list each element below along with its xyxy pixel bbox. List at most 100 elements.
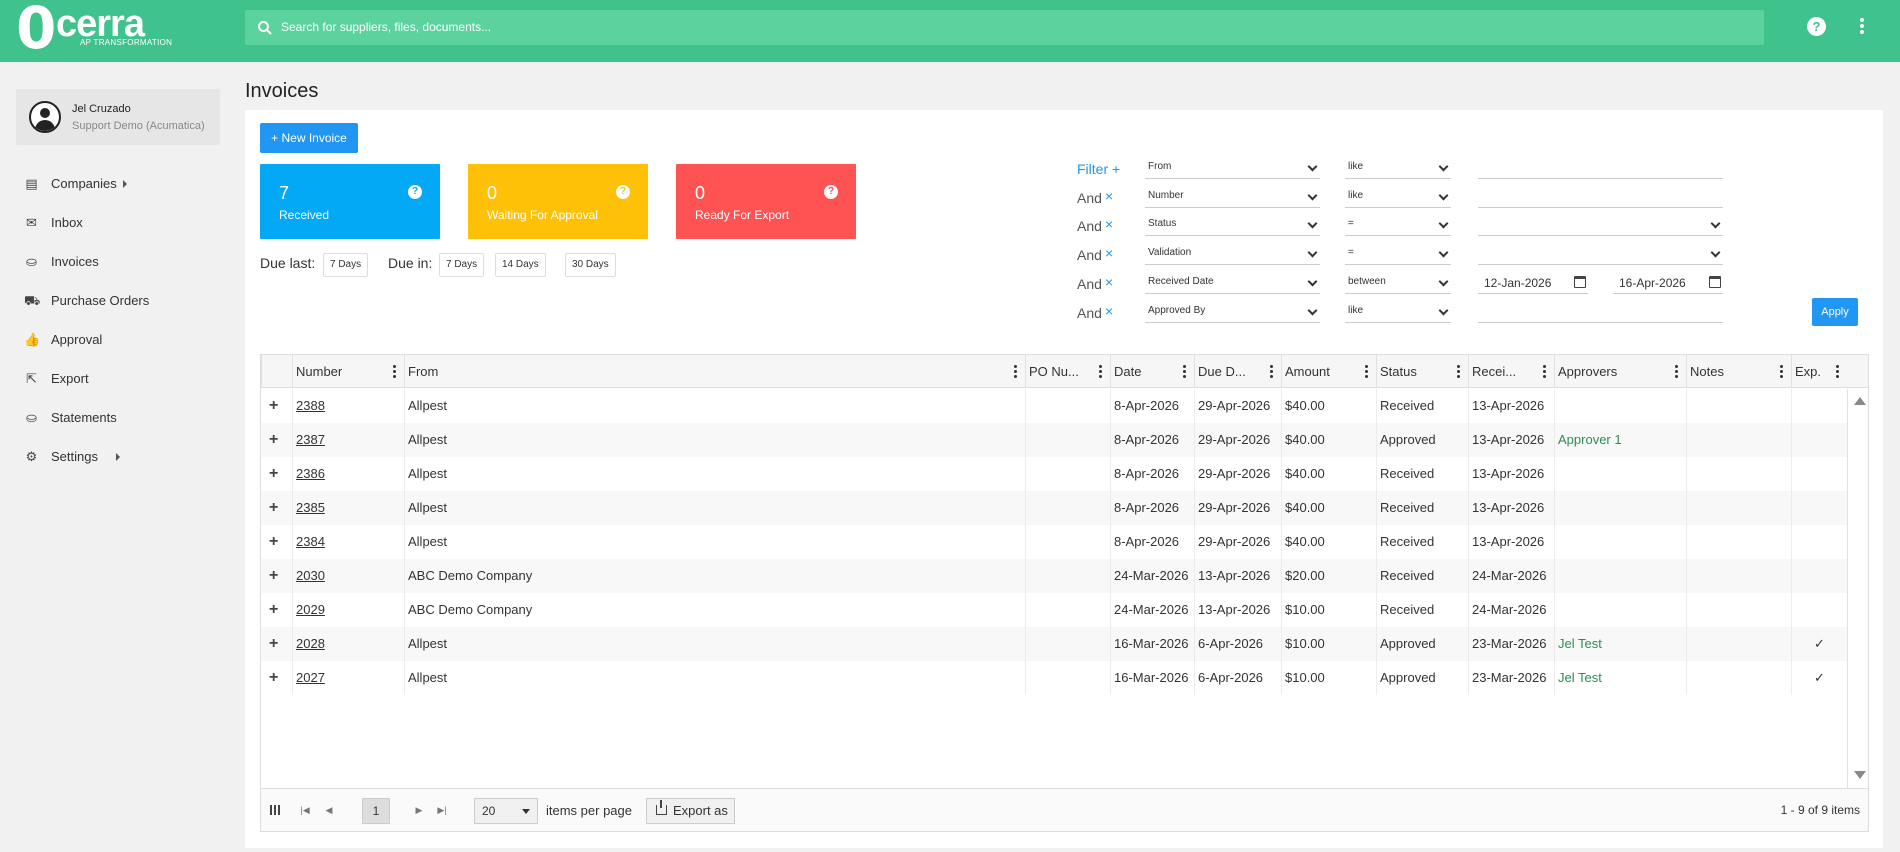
column-menu-icon[interactable] [1365, 365, 1368, 378]
col-amount-header[interactable]: Amount [1281, 355, 1376, 388]
filter-value-select[interactable] [1478, 214, 1723, 236]
col-number-cell[interactable]: 2386 [292, 457, 404, 491]
col-number-cell[interactable]: 2029 [292, 593, 404, 627]
sidebar-item-inbox[interactable]: ✉ Inbox [24, 213, 224, 233]
current-page[interactable]: 1 [362, 798, 390, 824]
filter-field-select[interactable]: Approved By [1145, 301, 1320, 323]
column-menu-icon[interactable] [1543, 365, 1546, 378]
col-number-cell[interactable]: 2027 [292, 661, 404, 695]
invoice-number-link[interactable]: 2385 [296, 500, 325, 515]
filter-field-select[interactable]: Validation [1145, 243, 1320, 265]
apply-filter-button[interactable]: Apply [1812, 298, 1858, 326]
filter-field-select[interactable]: Status [1145, 214, 1320, 236]
sidebar-item-statements[interactable]: ⛀ Statements [24, 408, 224, 428]
col-number-cell[interactable]: 2384 [292, 525, 404, 559]
filter-operator-select[interactable]: like [1345, 157, 1451, 179]
expand-row-icon[interactable]: + [261, 389, 292, 423]
invoice-number-link[interactable]: 2028 [296, 636, 325, 651]
table-row[interactable]: +2384 Allpest 8-Apr-2026 29-Apr-2026 $40.00 R… [261, 525, 1847, 559]
invoice-number-link[interactable]: 2387 [296, 432, 325, 447]
table-row[interactable]: +2388 Allpest 8-Apr-2026 29-Apr-2026 $40.00 R… [261, 389, 1847, 423]
col-number-cell[interactable]: 2030 [292, 559, 404, 593]
col-number-header[interactable]: Number [292, 355, 404, 388]
filter-add-button[interactable]: Filter + [1077, 161, 1120, 177]
expand-row-icon[interactable]: + [261, 423, 292, 457]
sidebar-item-companies[interactable]: ▤ Companies [24, 174, 224, 194]
column-menu-icon[interactable] [1836, 365, 1839, 378]
col-number-cell[interactable]: 2028 [292, 627, 404, 661]
date-to-input[interactable]: 16-Apr-2026 [1613, 272, 1723, 294]
col-status-header[interactable]: Status [1376, 355, 1468, 388]
col-received-header[interactable]: Recei... [1468, 355, 1554, 388]
table-row[interactable]: +2029 ABC Demo Company 24-Mar-2026 13-Apr-2… [261, 593, 1847, 627]
remove-filter-icon[interactable]: × [1105, 303, 1113, 319]
filter-value-input[interactable] [1478, 301, 1723, 323]
invoice-number-link[interactable]: 2388 [296, 398, 325, 413]
export-as-button[interactable]: Export as [646, 798, 735, 824]
remove-filter-icon[interactable]: × [1105, 274, 1113, 290]
col-notes-header[interactable]: Notes [1686, 355, 1791, 388]
sidebar-item-invoices[interactable]: ⛀ Invoices [24, 252, 224, 272]
column-menu-icon[interactable] [1457, 365, 1460, 378]
col-approvers-header[interactable]: Approvers [1554, 355, 1686, 388]
expand-row-icon[interactable]: + [261, 593, 292, 627]
filter-value-input[interactable] [1478, 186, 1723, 208]
invoice-number-link[interactable]: 2386 [296, 466, 325, 481]
columns-icon[interactable] [270, 805, 280, 815]
prev-page-icon[interactable]: ◀ [321, 802, 337, 818]
sidebar-item-purchase-orders[interactable]: ⛟ Purchase Orders [24, 291, 224, 311]
help-icon[interactable]: ? [1807, 17, 1826, 36]
col-due-date-header[interactable]: Due D... [1194, 355, 1281, 388]
remove-filter-icon[interactable]: × [1105, 216, 1113, 232]
filter-operator-select[interactable]: = [1345, 214, 1451, 236]
col-po-number-header[interactable]: PO Nu... [1025, 355, 1110, 388]
filter-value-input[interactable] [1478, 157, 1723, 179]
col-exp-header[interactable]: Exp. [1791, 355, 1847, 388]
filter-value-select[interactable] [1478, 243, 1723, 265]
filter-field-select[interactable]: Received Date [1145, 272, 1320, 294]
filter-field-select[interactable]: Number [1145, 186, 1320, 208]
next-page-icon[interactable]: ▶ [411, 802, 427, 818]
expand-row-icon[interactable]: + [261, 525, 292, 559]
expand-row-icon[interactable]: + [261, 457, 292, 491]
col-number-cell[interactable]: 2387 [292, 423, 404, 457]
table-row[interactable]: +2027 Allpest 16-Mar-2026 6-Apr-2026 $10.00 A… [261, 661, 1847, 695]
table-row[interactable]: +2030 ABC Demo Company 24-Mar-2026 13-Apr-2… [261, 559, 1847, 593]
expand-row-icon[interactable]: + [261, 559, 292, 593]
table-row[interactable]: +2386 Allpest 8-Apr-2026 29-Apr-2026 $40.00 R… [261, 457, 1847, 491]
invoice-number-link[interactable]: 2030 [296, 568, 325, 583]
sidebar-item-export[interactable]: ⇱ Export [24, 369, 224, 389]
table-row[interactable]: +2385 Allpest 8-Apr-2026 29-Apr-2026 $40.00 R… [261, 491, 1847, 525]
invoice-number-link[interactable]: 2027 [296, 670, 325, 685]
col-from-header[interactable]: From [404, 355, 1025, 388]
table-row[interactable]: +2387 Allpest 8-Apr-2026 29-Apr-2026 $40.00 A… [261, 423, 1847, 457]
remove-filter-icon[interactable]: × [1105, 245, 1113, 261]
column-menu-icon[interactable] [1183, 365, 1186, 378]
date-from-input[interactable]: 12-Jan-2026 [1478, 272, 1588, 294]
column-menu-icon[interactable] [1270, 365, 1273, 378]
invoice-number-link[interactable]: 2384 [296, 534, 325, 549]
expand-row-icon[interactable]: + [261, 491, 292, 525]
global-search-input[interactable]: Search for suppliers, files, documents..… [245, 10, 1764, 45]
scroll-up-icon[interactable] [1854, 397, 1866, 405]
page-size-select[interactable]: 20 [474, 798, 538, 824]
more-vert-icon[interactable] [1856, 16, 1868, 38]
scroll-down-icon[interactable] [1854, 771, 1866, 779]
column-menu-icon[interactable] [1675, 365, 1678, 378]
column-menu-icon[interactable] [1780, 365, 1783, 378]
calendar-icon[interactable] [1709, 276, 1721, 288]
user-card[interactable]: Jel Cruzado Support Demo (Acumatica) [16, 89, 220, 145]
filter-operator-select[interactable]: between [1345, 272, 1451, 294]
filter-field-select[interactable]: From [1145, 157, 1320, 179]
ocerra-logo[interactable]: 0 cerra AP TRANSFORMATION [14, 0, 184, 57]
expand-row-icon[interactable]: + [261, 661, 292, 695]
column-menu-icon[interactable] [393, 365, 396, 378]
table-row[interactable]: +2028 Allpest 16-Mar-2026 6-Apr-2026 $10.00 A… [261, 627, 1847, 661]
first-page-icon[interactable]: |◀ [297, 802, 313, 818]
col-number-cell[interactable]: 2385 [292, 491, 404, 525]
col-date-header[interactable]: Date [1110, 355, 1194, 388]
sidebar-item-settings[interactable]: ⚙ Settings [24, 447, 224, 467]
new-invoice-button[interactable]: + New Invoice [260, 123, 358, 153]
filter-operator-select[interactable]: like [1345, 301, 1451, 323]
remove-filter-icon[interactable]: × [1105, 188, 1113, 204]
